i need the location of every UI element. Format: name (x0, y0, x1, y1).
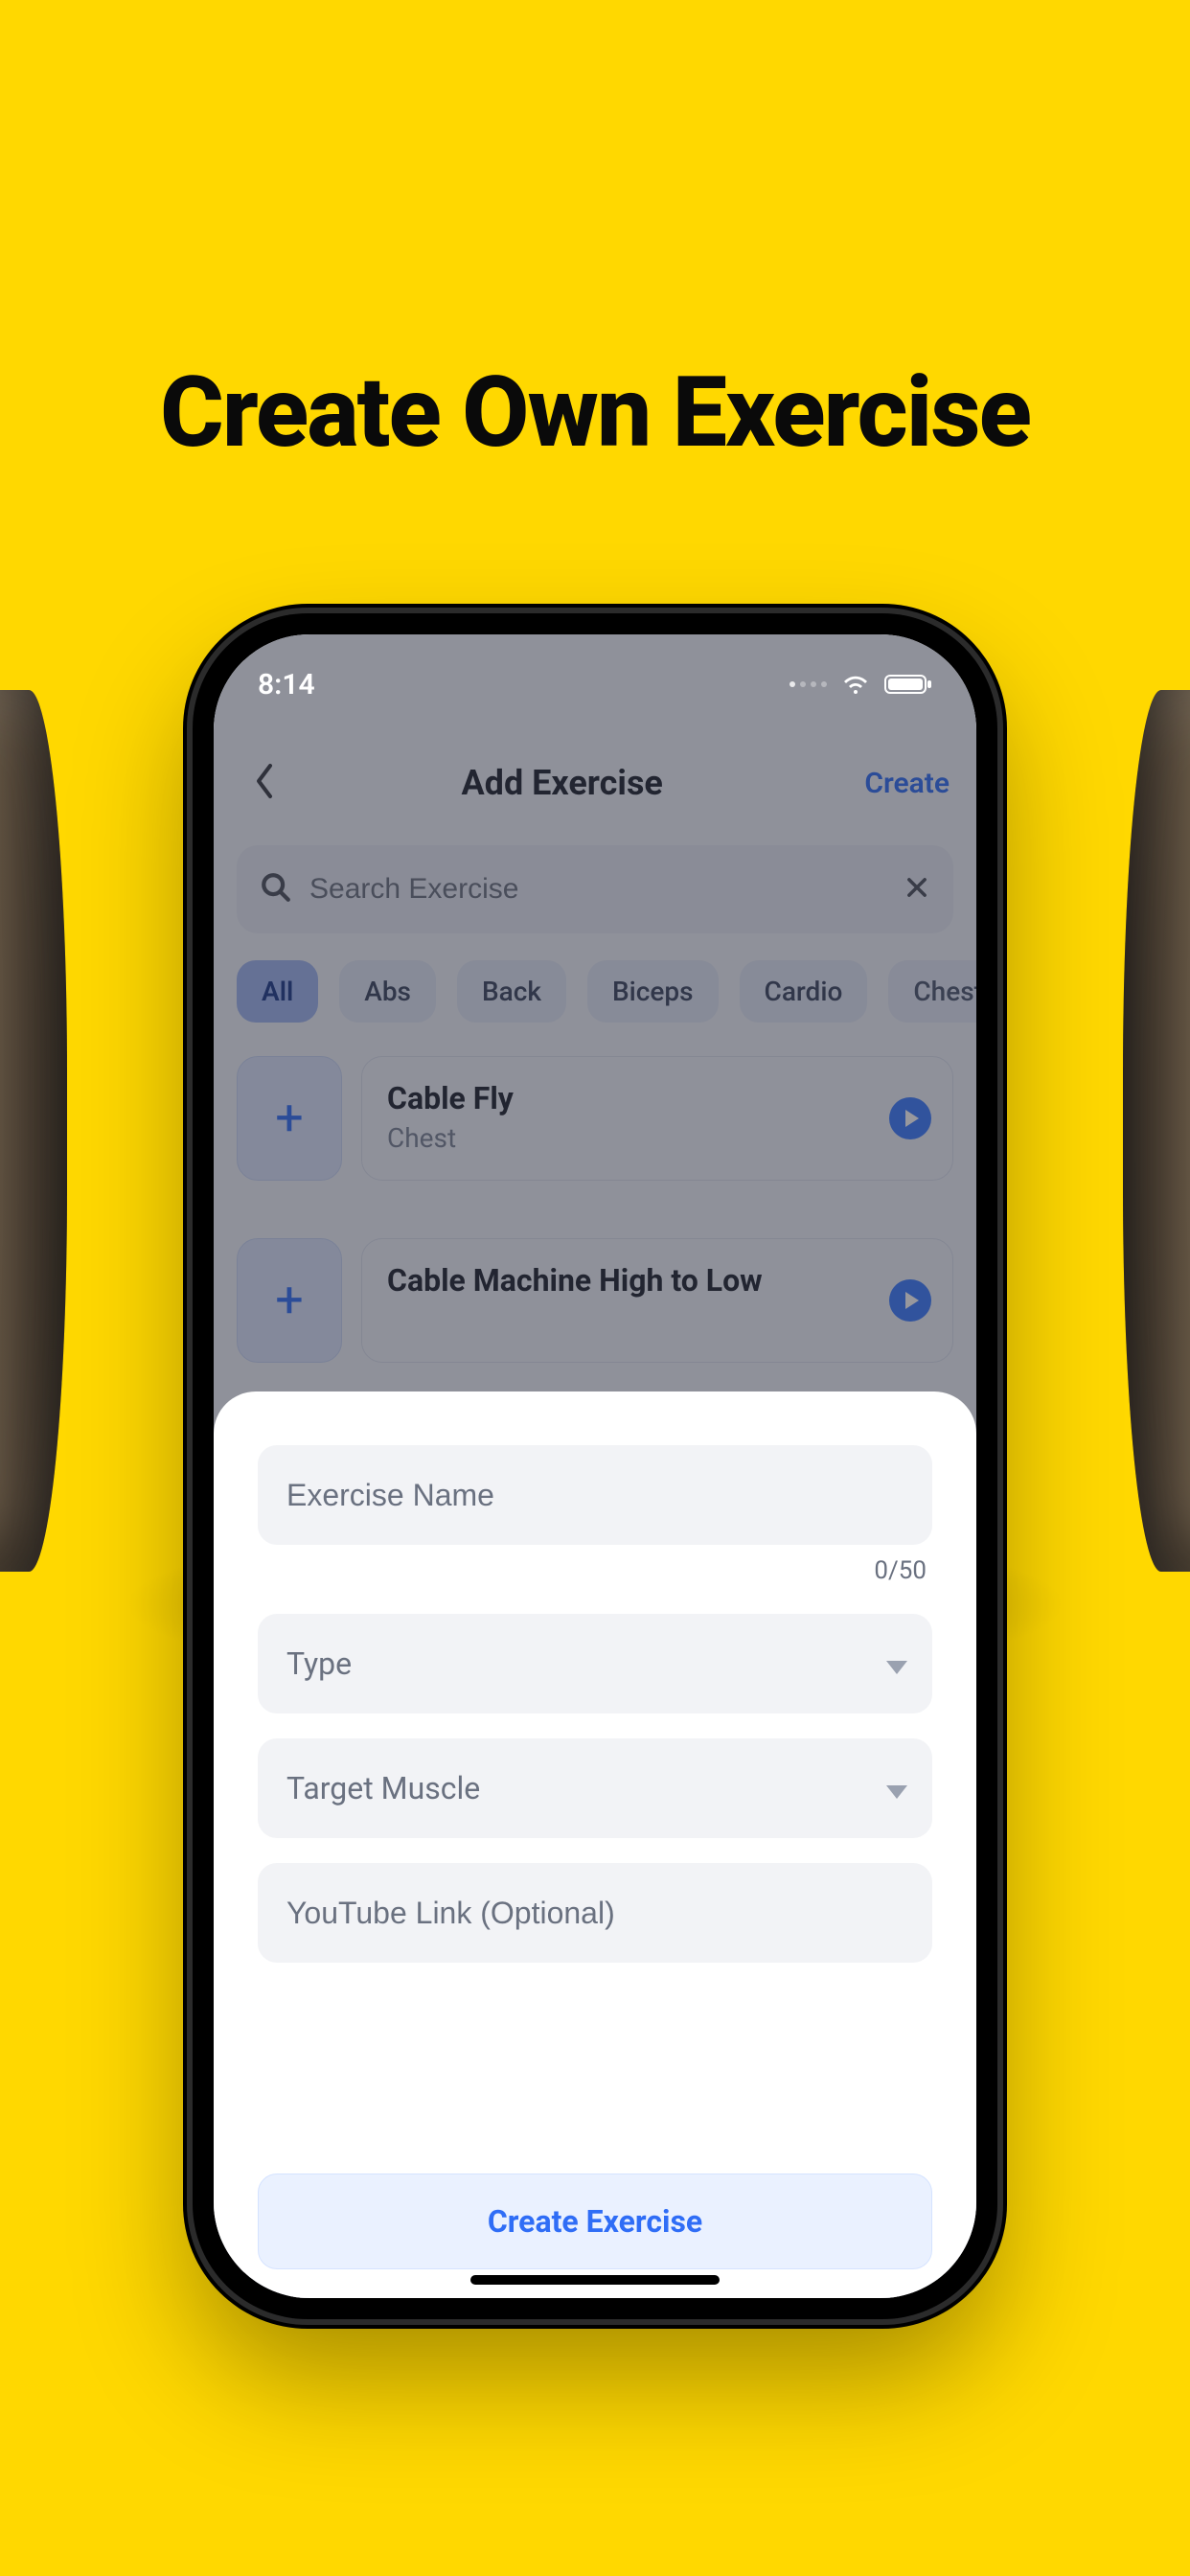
status-bar: 8:14 (214, 656, 976, 713)
page-title: Add Exercise (260, 763, 864, 803)
promo-title: Create Own Exercise (0, 355, 1190, 470)
filter-chip-abs[interactable]: Abs (339, 960, 436, 1023)
exercise-card[interactable]: Cable Fly Chest (361, 1056, 953, 1181)
add-exercise-button[interactable]: + (237, 1238, 342, 1363)
play-button[interactable] (889, 1279, 931, 1322)
exercise-name-input[interactable] (286, 1478, 904, 1513)
youtube-link-field[interactable] (258, 1863, 932, 1963)
filter-chip-biceps[interactable]: Biceps (587, 960, 719, 1023)
exercise-muscle: Chest (387, 1122, 866, 1154)
name-char-counter: 0/50 (258, 1556, 927, 1589)
target-muscle-label: Target Muscle (286, 1770, 480, 1806)
filter-chip-chest[interactable]: Chest (888, 960, 976, 1023)
filter-chip-cardio[interactable]: Cardio (740, 960, 868, 1023)
close-icon (904, 886, 930, 905)
wifi-icon (840, 673, 871, 696)
target-muscle-select[interactable]: Target Muscle (258, 1738, 932, 1838)
plus-icon: + (275, 1093, 304, 1143)
exercise-name: Cable Fly (387, 1080, 866, 1116)
exercise-card[interactable]: Cable Machine High to Low (361, 1238, 953, 1363)
filter-chip-back[interactable]: Back (457, 960, 566, 1023)
filter-chip-row: All Abs Back Biceps Cardio Chest (237, 960, 976, 1023)
create-exercise-button-label: Create Exercise (488, 2203, 702, 2240)
battery-icon (884, 673, 932, 696)
add-exercise-button[interactable]: + (237, 1056, 342, 1181)
phone-screen: Add Exercise Create All Abs Back Biceps (214, 634, 976, 2298)
exercise-row: + Cable Fly Chest (237, 1056, 953, 1181)
home-indicator[interactable] (470, 2275, 720, 2285)
create-link[interactable]: Create (864, 767, 950, 800)
phone-frame: Add Exercise Create All Abs Back Biceps (193, 613, 997, 2319)
search-bar[interactable] (237, 845, 953, 933)
play-button[interactable] (889, 1097, 931, 1139)
create-exercise-button[interactable]: Create Exercise (258, 2174, 932, 2269)
exercise-name: Cable Machine High to Low (387, 1262, 866, 1299)
filter-chip-all[interactable]: All (237, 960, 318, 1023)
nav-bar: Add Exercise Create (214, 740, 976, 826)
clear-search-button[interactable] (904, 874, 930, 905)
status-time: 8:14 (258, 668, 315, 702)
create-exercise-sheet: 0/50 Type Target Muscle (214, 1392, 976, 2298)
chevron-down-icon (886, 1770, 907, 1806)
plus-icon: + (275, 1276, 304, 1325)
type-select-label: Type (286, 1645, 352, 1682)
pager-dots-icon (790, 681, 827, 687)
chevron-down-icon (886, 1645, 907, 1682)
search-input[interactable] (309, 873, 886, 906)
youtube-link-input[interactable] (286, 1896, 904, 1931)
search-icon (260, 871, 292, 908)
exercise-row: + Cable Machine High to Low (237, 1238, 953, 1363)
exercise-name-field[interactable] (258, 1445, 932, 1545)
type-select[interactable]: Type (258, 1614, 932, 1714)
